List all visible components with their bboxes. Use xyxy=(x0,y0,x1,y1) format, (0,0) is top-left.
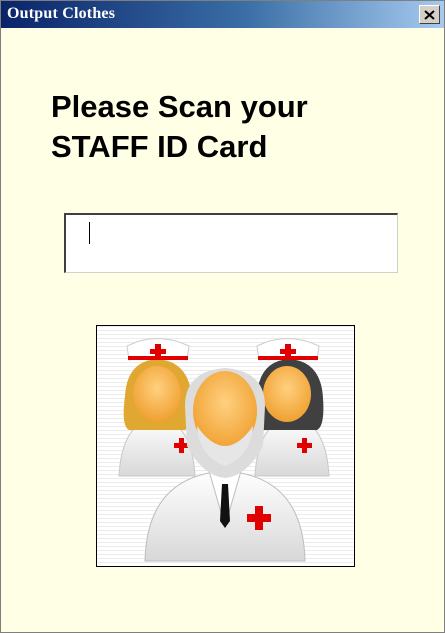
staff-id-input[interactable] xyxy=(64,213,398,273)
scan-instruction: Please Scan your STAFF ID Card xyxy=(51,87,411,167)
window-title: Output Clothes xyxy=(7,5,116,22)
medical-staff-icon xyxy=(97,326,354,566)
output-clothes-window: Output Clothes Please Scan your STAFF ID… xyxy=(0,0,445,633)
medical-staff-image xyxy=(96,325,355,567)
close-icon xyxy=(424,9,435,20)
text-cursor xyxy=(89,222,90,244)
scan-instruction-line2: STAFF ID Card xyxy=(51,129,268,164)
close-button[interactable] xyxy=(419,5,440,24)
title-bar[interactable]: Output Clothes xyxy=(1,1,444,28)
scan-instruction-line1: Please Scan your xyxy=(51,89,308,124)
